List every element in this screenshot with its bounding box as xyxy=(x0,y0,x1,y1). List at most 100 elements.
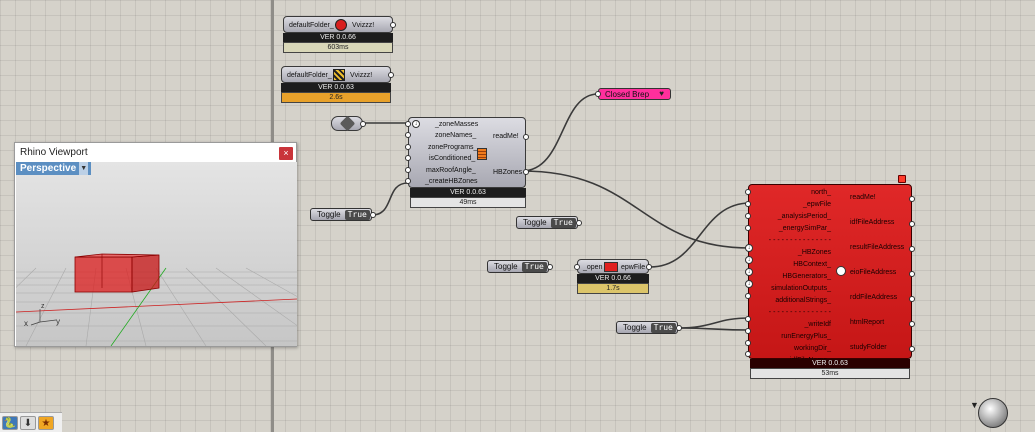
toggle-value[interactable]: True xyxy=(521,261,547,272)
output-port[interactable] xyxy=(360,121,366,127)
output-label: htmlReport xyxy=(850,319,885,326)
rhino-viewport-window[interactable]: Rhino Viewport × Perspective ▼ x y z xyxy=(14,142,297,347)
time-bar: 603ms xyxy=(283,42,393,53)
input-port[interactable] xyxy=(745,189,751,195)
perspective-view-menu[interactable]: Perspective ▼ xyxy=(16,162,92,175)
output-port[interactable] xyxy=(909,321,915,327)
toggle-value[interactable]: True xyxy=(550,217,576,228)
wire-toggle-to-createzones xyxy=(371,182,409,216)
output-port[interactable] xyxy=(547,264,553,270)
close-button[interactable]: × xyxy=(279,147,293,160)
input-port[interactable] xyxy=(405,121,411,127)
input-port[interactable] xyxy=(405,178,411,184)
axis-x-label: x xyxy=(24,319,28,328)
toggle-label: Toggle xyxy=(523,218,547,227)
viewport-canvas[interactable]: Perspective ▼ x y z xyxy=(16,162,297,346)
toggle-label: Toggle xyxy=(317,210,341,219)
output-label: resultFileAddress xyxy=(850,244,905,251)
input-label: _epwFile xyxy=(802,201,831,208)
graft-icon: ↓ xyxy=(745,256,753,264)
input-port[interactable] xyxy=(745,351,751,357)
python-icon[interactable]: 🐍 xyxy=(2,416,18,430)
default-folder-component-2[interactable]: defaultFolder_ Vvizzz! xyxy=(281,66,394,83)
chevron-down-icon[interactable]: ▼ xyxy=(79,162,89,175)
toggle-epw-open[interactable]: Toggle True xyxy=(487,260,553,273)
graft-icon: ↓ xyxy=(745,280,753,288)
input-port[interactable] xyxy=(745,340,751,346)
time-bar: 2.6s xyxy=(281,92,391,103)
toggle-label: Toggle xyxy=(494,262,518,271)
wire-hbzones-to-closedbrep xyxy=(521,93,599,172)
toggle-value[interactable]: True xyxy=(650,322,676,333)
default-folder-output-label: Vvizzz! xyxy=(352,22,375,29)
output-label: epwFile xyxy=(621,264,646,271)
run-sim-outputs: readMe! idfFileAddress resultFileAddress… xyxy=(850,193,904,368)
toggle-create-zones[interactable]: Toggle True xyxy=(310,208,376,221)
brep-parameter-component[interactable] xyxy=(331,115,366,132)
input-port[interactable] xyxy=(745,293,751,299)
input-port[interactable] xyxy=(405,132,411,138)
output-port[interactable] xyxy=(909,196,915,202)
input-port[interactable] xyxy=(745,201,751,207)
output-port[interactable] xyxy=(676,325,682,331)
output-port[interactable] xyxy=(909,246,915,252)
input-label: north_ xyxy=(811,189,831,196)
time-bar: 49ms xyxy=(410,197,526,208)
default-folder-output-label: Vvizzz! xyxy=(350,72,373,79)
input-port[interactable] xyxy=(745,225,751,231)
output-port[interactable] xyxy=(909,271,915,277)
output-port[interactable] xyxy=(576,220,582,226)
input-port[interactable] xyxy=(574,264,580,270)
input-port[interactable] xyxy=(405,167,411,173)
input-label: HBContext_ xyxy=(793,261,831,268)
toggle-write-idf[interactable]: Toggle True xyxy=(616,321,682,334)
default-folder-input-label: defaultFolder_ xyxy=(289,22,334,29)
input-label: maxRoofAngle_ xyxy=(426,167,476,174)
output-label: idfFileAddress xyxy=(850,219,895,226)
output-port[interactable] xyxy=(390,22,396,28)
input-label: _HBZones xyxy=(797,249,831,256)
input-label: _zoneMasses xyxy=(435,121,479,128)
masses-to-zones-component[interactable]: ↓ _zoneMasses zoneNames_ zonePrograms_ i… xyxy=(405,117,529,188)
open-epw-component[interactable]: _open epwFile xyxy=(574,259,652,274)
output-port[interactable] xyxy=(909,346,915,352)
toggle-value[interactable]: True xyxy=(344,209,370,220)
input-port[interactable] xyxy=(405,144,411,150)
input-label: isConditioned_ xyxy=(429,155,476,162)
navigation-arrow-icon: ▼ xyxy=(970,400,979,410)
download-icon[interactable]: ⬇ xyxy=(20,416,36,430)
output-port[interactable] xyxy=(523,134,529,140)
default-folder-component-1[interactable]: defaultFolder_ Vvizzz! xyxy=(283,16,396,33)
output-port[interactable] xyxy=(646,264,652,270)
input-port[interactable] xyxy=(745,316,751,322)
input-label: zonePrograms_ xyxy=(428,144,478,151)
output-label: readMe! xyxy=(850,194,876,201)
run-energy-simulation-component[interactable]: ↓ ↓ ↓ ↓ north_ _epwFile _analysisPeriod_… xyxy=(745,175,915,364)
time-bar: 1.7s xyxy=(577,283,649,294)
output-port[interactable] xyxy=(909,296,915,302)
output-port[interactable] xyxy=(388,72,394,78)
honeybee-icon xyxy=(333,69,345,81)
input-port[interactable] xyxy=(745,328,751,334)
folder-icon xyxy=(604,262,618,272)
default-folder-input-label: defaultFolder_ xyxy=(287,72,332,79)
version-bar: VER 0.0.63 xyxy=(750,359,910,368)
separator-label: - - - - - - - - - - - - - - - xyxy=(768,237,831,244)
closed-brep-label: Closed Brep xyxy=(605,90,650,99)
output-port[interactable] xyxy=(370,212,376,218)
version-bar: VER 0.0.63 xyxy=(281,83,391,92)
input-port[interactable] xyxy=(595,91,601,97)
output-label: rddFileAddress xyxy=(850,294,898,301)
toggle-unconnected[interactable]: Toggle True xyxy=(516,216,582,229)
version-bar: VER 0.0.66 xyxy=(283,33,393,42)
ladybug-app-icon[interactable]: ★ xyxy=(38,416,54,430)
graft-icon: ↓ xyxy=(412,120,420,128)
output-port[interactable] xyxy=(909,221,915,227)
input-label: zoneNames_ xyxy=(435,132,477,139)
canvas-navigation-widget[interactable] xyxy=(978,398,1008,428)
output-port[interactable] xyxy=(523,169,529,175)
wire-toggle-to-writeidf xyxy=(676,317,751,329)
input-port[interactable] xyxy=(745,213,751,219)
closed-brep-param[interactable]: Closed Brep ♥ xyxy=(595,88,671,100)
input-port[interactable] xyxy=(405,155,411,161)
